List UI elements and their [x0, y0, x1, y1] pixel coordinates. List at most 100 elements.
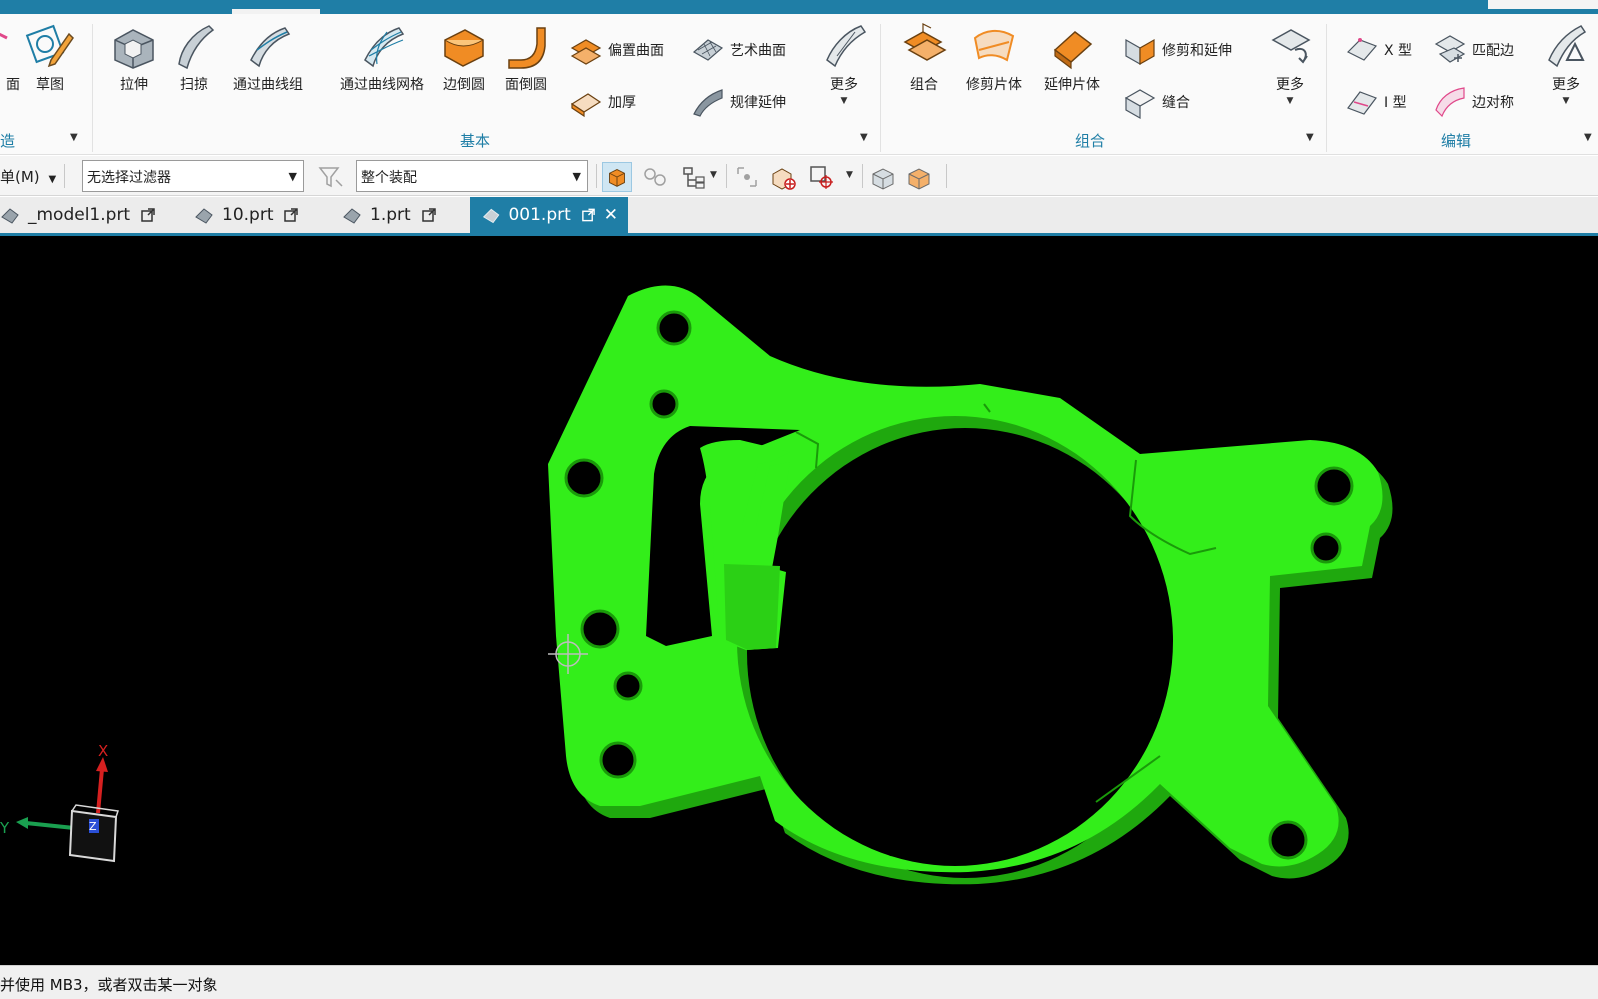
part-tab-face [724, 564, 780, 650]
view-triad[interactable]: X Y Z [0, 741, 140, 871]
edge-symmetry-button[interactable]: 边对称 [1432, 84, 1514, 120]
law-extension-icon [693, 89, 723, 117]
command-search-box[interactable] [1488, 0, 1598, 9]
extrude-icon [114, 29, 154, 69]
point-constructor-icon[interactable] [806, 162, 836, 192]
tab-1-prt[interactable]: 1.prt [340, 197, 437, 233]
dropdown-arrow-icon: ▼ [840, 96, 848, 106]
group-expand-arrow-icon[interactable]: ▼ [1306, 132, 1314, 143]
popout-icon[interactable] [140, 207, 156, 223]
face-icon [0, 32, 8, 40]
snap-point-icon[interactable] [732, 162, 762, 192]
selection-scope-dropdown[interactable]: 整个装配 ▼ [356, 160, 588, 192]
selection-toolbar: 单(M) ▼ 无选择过滤器 ▼ 整个装配 ▼ ▼ ▼ [0, 156, 1598, 196]
dropdown-arrow-icon[interactable]: ▼ [710, 170, 717, 180]
dropdown-arrow-icon: ▼ [288, 170, 297, 183]
popout-icon[interactable] [581, 207, 596, 223]
wireframe-view-icon[interactable] [904, 162, 934, 192]
part-file-icon [343, 208, 361, 224]
offset-surface-icon [570, 39, 602, 65]
sweep-icon [178, 25, 215, 70]
edge-symmetry-icon [1435, 87, 1465, 118]
shaded-view-icon[interactable] [868, 162, 898, 192]
select-features-toggle[interactable] [602, 162, 632, 192]
toolbar-separator [596, 164, 597, 188]
group-expand-arrow-icon[interactable]: ▼ [70, 132, 78, 143]
type-filter-dropdown[interactable]: 无选择过滤器 ▼ [82, 160, 304, 192]
part-file-icon [482, 208, 500, 224]
popout-icon[interactable] [283, 207, 299, 223]
through-curve-mesh-button[interactable]: 通过曲线网格 [326, 20, 438, 94]
menu-bar [0, 0, 1598, 14]
more-edit-icon [1548, 25, 1587, 68]
i-form-button[interactable]: I 型 [1344, 84, 1407, 120]
nx-application-window: 面 草图 拉伸 扫掠 通过曲线组 通过曲线网格 边倒圆 面倒圆 偏置曲面 加厚 … [0, 0, 1598, 999]
triad-x-label: X [98, 742, 108, 760]
ribbon-toolbar: 面 草图 拉伸 扫掠 通过曲线组 通过曲线网格 边倒圆 面倒圆 偏置曲面 加厚 … [0, 14, 1598, 155]
filter-funnel-icon[interactable] [316, 162, 346, 192]
toolbar-separator [726, 164, 727, 188]
offset-surface-button[interactable]: 偏置曲面 [568, 32, 664, 68]
snap-points-icon[interactable] [640, 162, 670, 192]
match-edge-button[interactable]: 匹配边 [1432, 32, 1514, 68]
sketch-button[interactable]: 草图 [14, 20, 86, 94]
thicken-button[interactable]: 加厚 [568, 84, 636, 120]
group-expand-arrow-icon[interactable]: ▼ [860, 132, 868, 143]
graphics-viewport[interactable]: X Y Z [0, 236, 1598, 965]
dropdown-arrow-icon: ▼ [572, 170, 581, 183]
part-model-bracket[interactable] [0, 236, 1598, 965]
dropdown-arrow-icon: ▼ [48, 174, 57, 185]
status-bar: 并使用 MB3，或者双击某一对象 [0, 965, 1598, 999]
more-basic-button[interactable]: 更多 ▼ [812, 20, 876, 106]
trim-sheet-icon [973, 30, 1015, 62]
dropdown-arrow-icon[interactable]: ▼ [846, 170, 853, 180]
extend-sheet-button[interactable]: 延伸片体 [1034, 20, 1110, 94]
menu-button[interactable]: 单(M) ▼ [0, 166, 56, 187]
unite-icon [903, 23, 947, 61]
x-form-button[interactable]: X 型 [1344, 32, 1412, 68]
x-form-icon [1346, 38, 1378, 61]
sketch-pencil-icon [25, 24, 74, 68]
group-label-basic: 基本 [459, 132, 490, 150]
tab-10-prt[interactable]: 10.prt [192, 197, 299, 233]
popout-icon[interactable] [421, 207, 437, 223]
feature-cube-icon [609, 169, 625, 187]
tab-001-prt[interactable]: 001.prt ✕ [470, 197, 628, 233]
sew-button[interactable]: 缝合 [1122, 84, 1190, 120]
group-expand-arrow-icon[interactable]: ▼ [1584, 132, 1592, 143]
more-combine-icon [1271, 29, 1311, 64]
part-file-icon [195, 208, 213, 224]
through-curves-button[interactable]: 通过曲线组 [218, 20, 318, 94]
toolbar-separator [64, 164, 65, 188]
toolbar-separator [862, 164, 863, 188]
dropdown-arrow-icon: ▼ [1562, 96, 1570, 106]
sew-icon [1124, 89, 1156, 120]
assembly-navigator-icon[interactable] [678, 162, 708, 192]
trim-sheet-button[interactable]: 修剪片体 [956, 20, 1032, 94]
group-label-construct: 造 [0, 132, 16, 150]
edge-blend-icon [444, 29, 484, 67]
more-edit-button[interactable]: 更多 ▼ [1534, 20, 1598, 106]
tab-model1-prt[interactable]: _model1.prt [0, 197, 156, 233]
dropdown-arrow-icon: ▼ [1286, 96, 1294, 106]
through-curve-mesh-icon [364, 27, 405, 68]
toolbar-separator [946, 164, 947, 188]
face-blend-button[interactable]: 面倒圆 [494, 20, 558, 94]
through-curves-icon [250, 27, 291, 68]
match-edge-icon [1434, 35, 1466, 63]
triad-y-label: Y [0, 819, 10, 837]
unite-button[interactable]: 组合 [888, 20, 960, 94]
crosshair-cursor-icon [548, 634, 588, 674]
i-form-icon [1347, 91, 1377, 115]
group-label-combine: 组合 [1074, 132, 1105, 150]
studio-surface-button[interactable]: 艺术曲面 [690, 32, 786, 68]
edge-blend-button[interactable]: 边倒圆 [432, 20, 496, 94]
trim-and-extend-icon [1125, 38, 1155, 66]
more-combine-button[interactable]: 更多 ▼ [1258, 20, 1322, 106]
extend-sheet-icon [1053, 31, 1093, 70]
add-component-icon[interactable] [768, 162, 798, 192]
close-tab-icon[interactable]: ✕ [604, 205, 618, 225]
document-tab-bar: _model1.prt 10.prt 1.prt 001.prt ✕ [0, 197, 1598, 233]
law-extension-button[interactable]: 规律延伸 [690, 84, 786, 120]
trim-and-extend-button[interactable]: 修剪和延伸 [1122, 32, 1232, 68]
